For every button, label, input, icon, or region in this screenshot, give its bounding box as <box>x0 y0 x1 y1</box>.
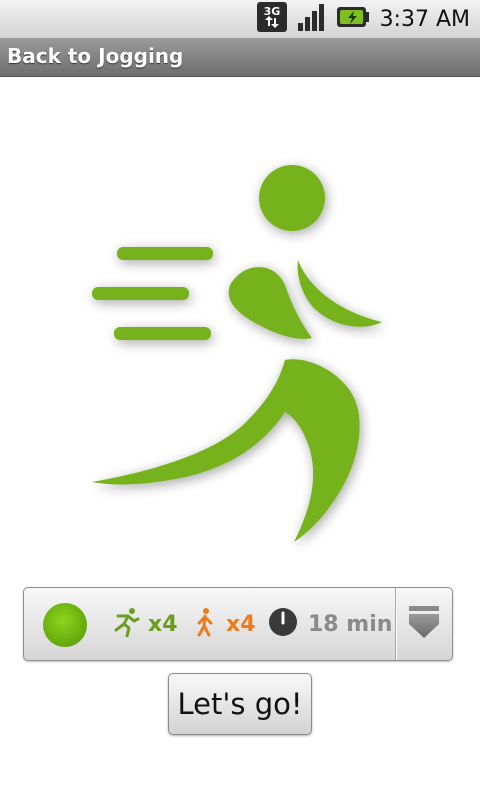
walk-segment: x4 <box>194 588 256 660</box>
run-segment: x4 <box>112 588 178 660</box>
plan-status-indicator <box>43 603 87 647</box>
running-icon <box>112 607 140 641</box>
plan-selector[interactable]: x4 x4 18 min <box>23 587 453 661</box>
network-label: 3G <box>263 5 280 18</box>
walking-icon <box>194 607 216 641</box>
clock: 3:37 AM <box>379 6 470 32</box>
back-title[interactable]: Back to Jogging <box>7 44 183 68</box>
status-icons: 3G 3:37 AM <box>256 0 470 38</box>
run-count: x4 <box>148 611 178 637</box>
dropdown-button[interactable] <box>396 588 452 660</box>
title-bar[interactable]: Back to Jogging <box>0 38 480 77</box>
duration: 18 min <box>308 611 393 637</box>
lets-go-button[interactable]: Let's go! <box>168 673 312 735</box>
duration-segment: 18 min <box>268 588 392 660</box>
timer-icon <box>268 607 298 641</box>
running-man-icon <box>92 165 382 542</box>
signal-icon <box>296 1 328 37</box>
walk-count: x4 <box>226 611 256 637</box>
status-bar: 3G 3:37 AM <box>0 0 480 39</box>
chevron-down-icon[interactable] <box>407 602 441 646</box>
network-3g-icon: 3G <box>256 1 288 37</box>
battery-charging-icon <box>336 1 370 37</box>
